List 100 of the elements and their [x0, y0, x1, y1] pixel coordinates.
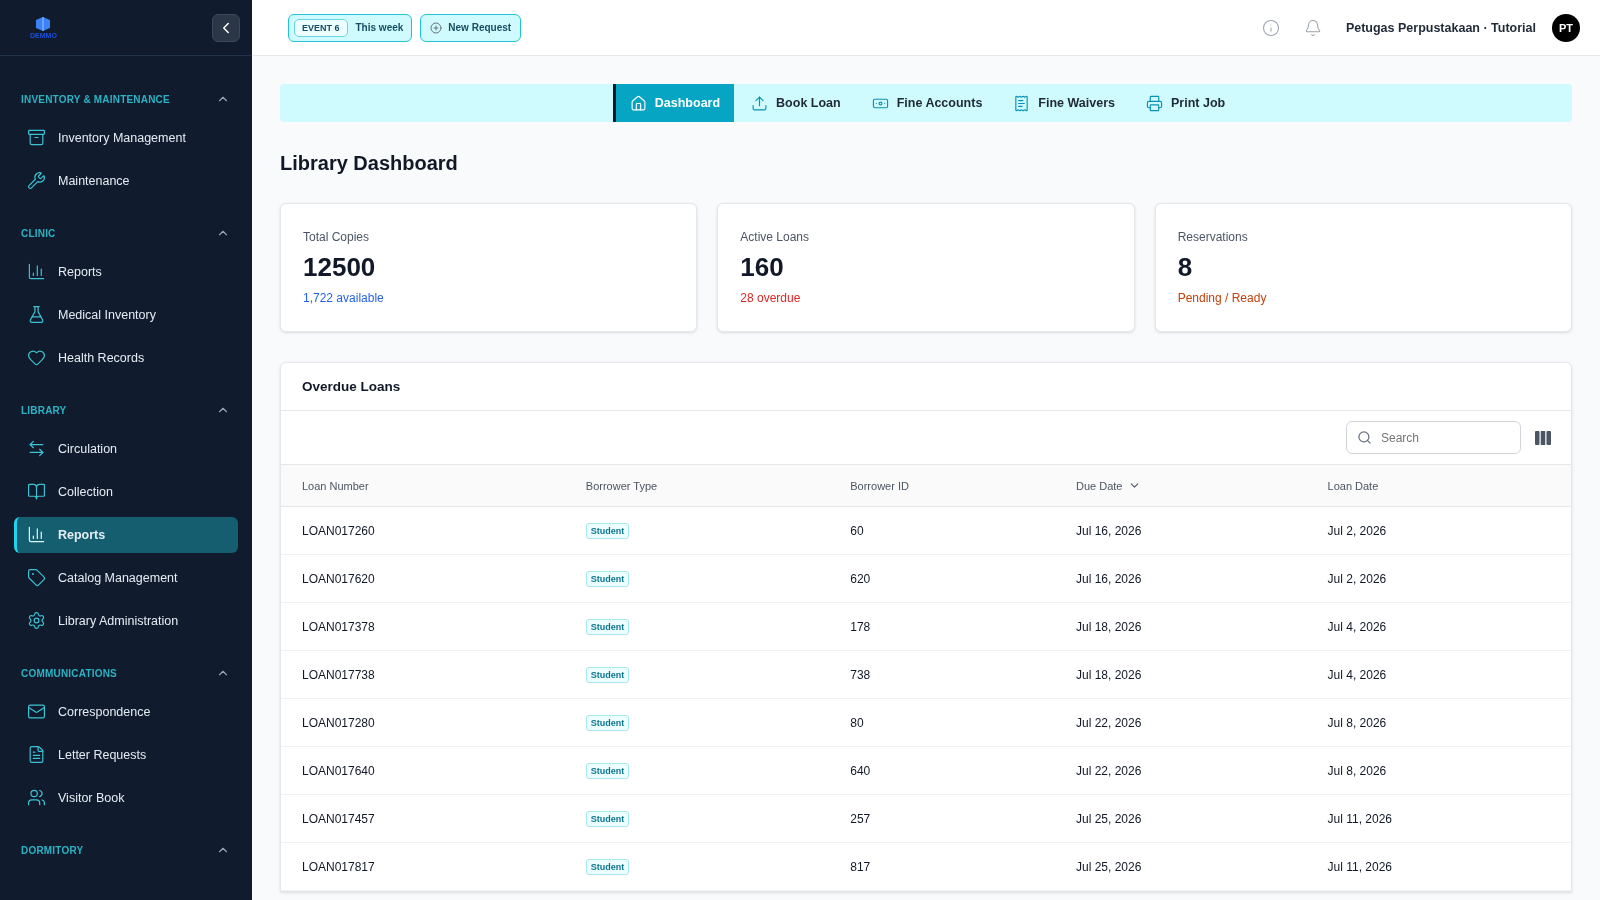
sidebar-item[interactable]: Catalog Management	[14, 559, 238, 596]
type-tag: Student	[585, 810, 630, 827]
table-cell: 817	[829, 843, 1055, 891]
table-cell: Jul 16, 2026	[1055, 507, 1307, 555]
type-tag: Student	[585, 858, 630, 875]
section-title: CLINIC	[21, 227, 56, 239]
table-cell: Jul 4, 2026	[1306, 603, 1571, 651]
table-cell: Jul 11, 2026	[1306, 795, 1571, 843]
sidebar-item[interactable]: Medical Inventory	[14, 296, 238, 333]
section-title: DORMITORY	[21, 844, 84, 856]
house-icon	[629, 94, 647, 112]
table-cell: Jul 18, 2026	[1055, 603, 1307, 651]
column-header[interactable]: Borrower Type	[564, 465, 830, 507]
table-cell: Jul 8, 2026	[1306, 747, 1571, 795]
section-title: LIBRARY	[21, 404, 67, 416]
stat-note: Pending / Ready	[1177, 291, 1268, 305]
table-cell: LOAN017738	[281, 651, 565, 699]
menu-icon	[27, 348, 46, 367]
new-request-button[interactable]: New Request	[420, 13, 522, 42]
tab[interactable]: Book Loan	[734, 84, 855, 122]
table-cell: Jul 11, 2026	[1306, 843, 1571, 891]
table-cell: LOAN017260	[281, 507, 565, 555]
stat-label: Total Copies	[303, 230, 371, 244]
type-tag: Student	[585, 570, 630, 587]
table-cell: LOAN017620	[281, 555, 565, 603]
menu-icon	[27, 788, 46, 807]
tab[interactable]: Fine Accounts	[854, 84, 997, 122]
tab[interactable]: Fine Waivers	[996, 84, 1129, 122]
stat-note: 1,722 available	[303, 291, 385, 305]
type-tag: Student	[585, 714, 630, 731]
type-tag: Student	[585, 522, 630, 539]
tab[interactable]: Print Job	[1129, 84, 1240, 122]
table-cell: LOAN017457	[281, 795, 565, 843]
column-header[interactable]: Loan Date	[1306, 465, 1571, 507]
sidebar-item[interactable]: Correspondence	[14, 693, 238, 730]
column-header[interactable]: Borrower ID	[829, 465, 1055, 507]
search-field[interactable]: Search	[1346, 421, 1521, 454]
stat-value: 8	[1177, 252, 1194, 283]
plus-icon	[430, 21, 443, 34]
menu-icon	[27, 525, 46, 544]
stat-value: 12500	[303, 252, 377, 283]
table-cell: 640	[829, 747, 1055, 795]
user-name: Petugas Perpustakaan · Tutorial	[1345, 20, 1536, 35]
stat-label: Active Loans	[740, 230, 811, 244]
table-cell: 620	[829, 555, 1055, 603]
column-header[interactable]: Due Date	[1055, 465, 1307, 507]
menu-icon	[27, 702, 46, 721]
table-cell: LOAN017817	[281, 843, 565, 891]
table-cell: Jul 2, 2026	[1306, 507, 1571, 555]
sidebar-item[interactable]: Reports	[14, 516, 238, 553]
table-cell: Jul 4, 2026	[1306, 651, 1571, 699]
type-tag: Student	[585, 666, 630, 683]
table-cell: Jul 25, 2026	[1055, 795, 1307, 843]
printer-icon	[1146, 94, 1163, 112]
sidebar-item[interactable]: Inventory Management	[14, 119, 238, 156]
collapse-button[interactable]	[212, 13, 240, 42]
table-cell: 738	[829, 651, 1055, 699]
menu-icon	[27, 611, 46, 630]
upload-icon	[751, 94, 769, 112]
event-label: This week	[355, 22, 404, 33]
menu-icon	[27, 305, 46, 324]
menu-icon	[27, 482, 46, 501]
stat-note: 28 overdue	[740, 291, 802, 305]
table-cell: 60	[829, 507, 1055, 555]
table-cell: 178	[829, 603, 1055, 651]
receipt-icon	[1013, 94, 1031, 112]
table-cell: LOAN017378	[281, 603, 565, 651]
column-header[interactable]: Loan Number	[281, 465, 565, 507]
table-title: Overdue Loans	[281, 363, 1571, 411]
table-cell: 80	[829, 699, 1055, 747]
avatar[interactable]: PT	[1552, 13, 1580, 42]
menu-icon	[27, 568, 46, 587]
page-title: Library Dashboard	[280, 152, 459, 175]
sidebar-item[interactable]: Reports	[14, 253, 238, 290]
columns-icon[interactable]	[1535, 430, 1551, 445]
search-icon	[1357, 430, 1372, 445]
menu-icon	[27, 745, 46, 764]
table-cell: Jul 22, 2026	[1055, 747, 1307, 795]
sidebar-item[interactable]: Letter Requests	[14, 736, 238, 773]
event-pill[interactable]: EVENT 6 This week	[288, 13, 413, 42]
table-cell: Jul 16, 2026	[1055, 555, 1307, 603]
menu-icon	[27, 439, 46, 458]
type-tag: Student	[585, 762, 630, 779]
table-cell: Jul 8, 2026	[1306, 699, 1571, 747]
sidebar-item[interactable]: Health Records	[14, 339, 238, 376]
event-badge: EVENT 6	[294, 18, 348, 37]
sidebar-item[interactable]: Maintenance	[14, 162, 238, 199]
menu-icon	[27, 128, 46, 147]
table-cell: Jul 18, 2026	[1055, 651, 1307, 699]
sidebar-item[interactable]: Library Administration	[14, 602, 238, 639]
menu-icon	[27, 171, 46, 190]
table-cell: LOAN017640	[281, 747, 565, 795]
type-tag: Student	[585, 618, 630, 635]
stat-value: 160	[740, 252, 785, 283]
sidebar-item[interactable]: Collection	[14, 473, 238, 510]
menu-icon	[27, 262, 46, 281]
sidebar-item[interactable]: Circulation	[14, 430, 238, 467]
table-cell: 257	[829, 795, 1055, 843]
sidebar-item[interactable]: Visitor Book	[14, 779, 238, 816]
table-cell: LOAN017280	[281, 699, 565, 747]
